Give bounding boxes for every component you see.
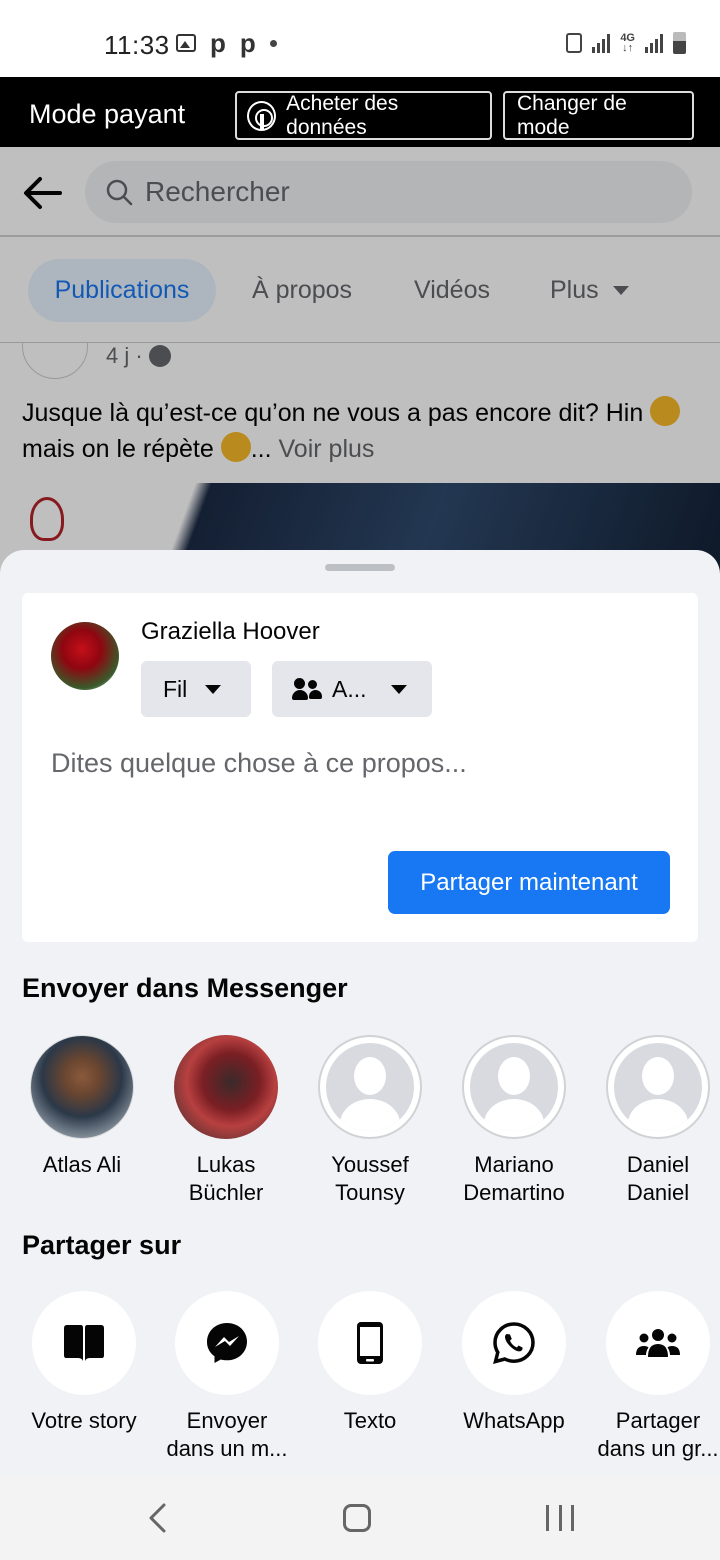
share-target-label-line1: Texto — [343, 1408, 397, 1433]
feed-label: Fil — [163, 675, 188, 702]
mode-payant-bar: Mode payant Acheter des données Changer … — [0, 77, 720, 147]
messenger-contacts: Atlas Ali Lukas Büchler Youssef Tounsy M… — [0, 1035, 720, 1215]
buy-data-label: Acheter des données — [286, 91, 399, 139]
share-to-group-button[interactable]: Partager dans un gr... — [586, 1291, 720, 1463]
p-app-icon-2: p — [239, 28, 256, 58]
avatar — [51, 622, 119, 690]
share-target-label-line2: dans un m... — [166, 1436, 288, 1461]
share-target-label: Envoyer dans un m... — [155, 1407, 299, 1463]
book-open-icon — [64, 1325, 104, 1361]
status-bar: 11:33 p p 4G ↓↑ — [0, 0, 720, 77]
audience-label: A... — [332, 675, 367, 702]
share-on-section-title: Partager sur — [22, 1230, 182, 1260]
contact-lukas-buchler[interactable]: Lukas Büchler — [154, 1035, 298, 1207]
contact-name-line1: Mariano — [474, 1152, 554, 1177]
group-icon — [636, 1329, 680, 1357]
mode-title: Mode payant — [29, 99, 186, 129]
share-by-text-button[interactable]: Texto — [298, 1291, 442, 1435]
contact-name-line2: Daniel — [626, 1180, 690, 1205]
whatsapp-icon — [493, 1322, 535, 1364]
avatar — [174, 1035, 278, 1139]
default-avatar-icon — [462, 1035, 566, 1139]
system-nav-bar — [0, 1476, 720, 1560]
status-right-icons: 4G ↓↑ — [566, 32, 686, 54]
antenna-icon — [247, 100, 277, 131]
change-mode-button[interactable]: Changer de mode — [503, 91, 694, 140]
contact-youssef-tounsy[interactable]: Youssef Tounsy — [298, 1035, 442, 1207]
change-mode-label: Changer de mode — [517, 91, 627, 139]
contact-name-line2: Büchler — [188, 1180, 264, 1205]
share-target-circle — [318, 1291, 422, 1395]
share-target-label-line1: Envoyer — [186, 1408, 268, 1433]
contact-name-line2: Demartino — [463, 1180, 565, 1205]
nav-recent-apps-icon[interactable] — [546, 1505, 574, 1531]
share-target-label: Partager dans un gr... — [586, 1407, 720, 1463]
default-avatar-icon — [318, 1035, 422, 1139]
contact-name: Atlas Ali — [10, 1151, 154, 1179]
share-target-label-line1: Votre story — [31, 1408, 137, 1433]
feed-selector[interactable]: Fil — [141, 661, 251, 717]
status-left-icons: p p — [176, 28, 277, 58]
send-in-messenger-button[interactable]: Envoyer dans un m... — [155, 1291, 299, 1463]
sheet-grabber[interactable] — [325, 564, 395, 571]
share-to-whatsapp-button[interactable]: WhatsApp — [442, 1291, 586, 1435]
user-name: Graziella Hoover — [141, 618, 320, 645]
buy-data-button[interactable]: Acheter des données — [235, 91, 492, 140]
share-target-circle — [606, 1291, 710, 1395]
more-notifications-icon — [269, 39, 277, 47]
network-4g-icon: 4G ↓↑ — [620, 32, 635, 54]
contact-name-line2: Tounsy — [335, 1180, 405, 1205]
compose-card: Graziella Hoover Fil A... Dites quelque … — [22, 593, 698, 942]
share-to-story-button[interactable]: Votre story — [12, 1291, 156, 1435]
phone-icon — [357, 1322, 383, 1364]
battery-saver-icon — [566, 33, 583, 53]
p-app-icon: p — [210, 28, 226, 58]
battery-icon — [673, 32, 686, 54]
contact-name-line1: Youssef — [331, 1152, 409, 1177]
contact-name: Lukas Büchler — [154, 1151, 298, 1207]
share-target-label: Texto — [298, 1407, 442, 1435]
audience-selector[interactable]: A... — [272, 661, 432, 717]
caret-down-icon — [205, 684, 222, 694]
nav-home-icon[interactable] — [343, 1504, 371, 1532]
share-target-label: WhatsApp — [442, 1407, 586, 1435]
contact-name: Mariano Demartino — [442, 1151, 586, 1207]
share-target-circle — [32, 1291, 136, 1395]
nav-back-icon[interactable] — [146, 1502, 168, 1534]
contact-mariano-demartino[interactable]: Mariano Demartino — [442, 1035, 586, 1207]
gallery-icon — [176, 34, 196, 52]
contact-name: Daniel Daniel — [586, 1151, 720, 1207]
messenger-section-title: Envoyer dans Messenger — [22, 973, 348, 1003]
share-target-label-line2: dans un gr... — [597, 1436, 719, 1461]
avatar — [30, 1035, 134, 1139]
default-avatar-icon — [606, 1035, 710, 1139]
share-target-label-line1: WhatsApp — [463, 1408, 565, 1433]
contact-name-line1: Daniel — [626, 1152, 690, 1177]
share-target-circle — [462, 1291, 566, 1395]
messenger-icon — [207, 1323, 247, 1363]
signal-icon-2 — [645, 33, 663, 53]
share-target-label: Votre story — [12, 1407, 156, 1435]
share-target-circle — [175, 1291, 279, 1395]
status-time: 11:33 — [104, 30, 170, 60]
contact-name-line1: Atlas Ali — [42, 1152, 122, 1177]
caret-down-icon — [390, 684, 407, 694]
share-sheet: Graziella Hoover Fil A... Dites quelque … — [0, 550, 720, 1476]
share-target-label-line1: Partager — [615, 1408, 701, 1433]
friends-icon — [292, 678, 322, 700]
signal-icon — [592, 33, 611, 53]
contact-name: Youssef Tounsy — [298, 1151, 442, 1207]
share-now-button[interactable]: Partager maintenant — [388, 851, 670, 914]
share-targets: Votre story Envoyer dans un m... Texto W… — [0, 1291, 720, 1476]
contact-atlas-ali[interactable]: Atlas Ali — [10, 1035, 154, 1179]
contact-name-line1: Lukas — [196, 1152, 256, 1177]
contact-daniel-daniel[interactable]: Daniel Daniel — [586, 1035, 720, 1207]
compose-text-input[interactable]: Dites quelque chose à ce propos... — [51, 748, 467, 779]
